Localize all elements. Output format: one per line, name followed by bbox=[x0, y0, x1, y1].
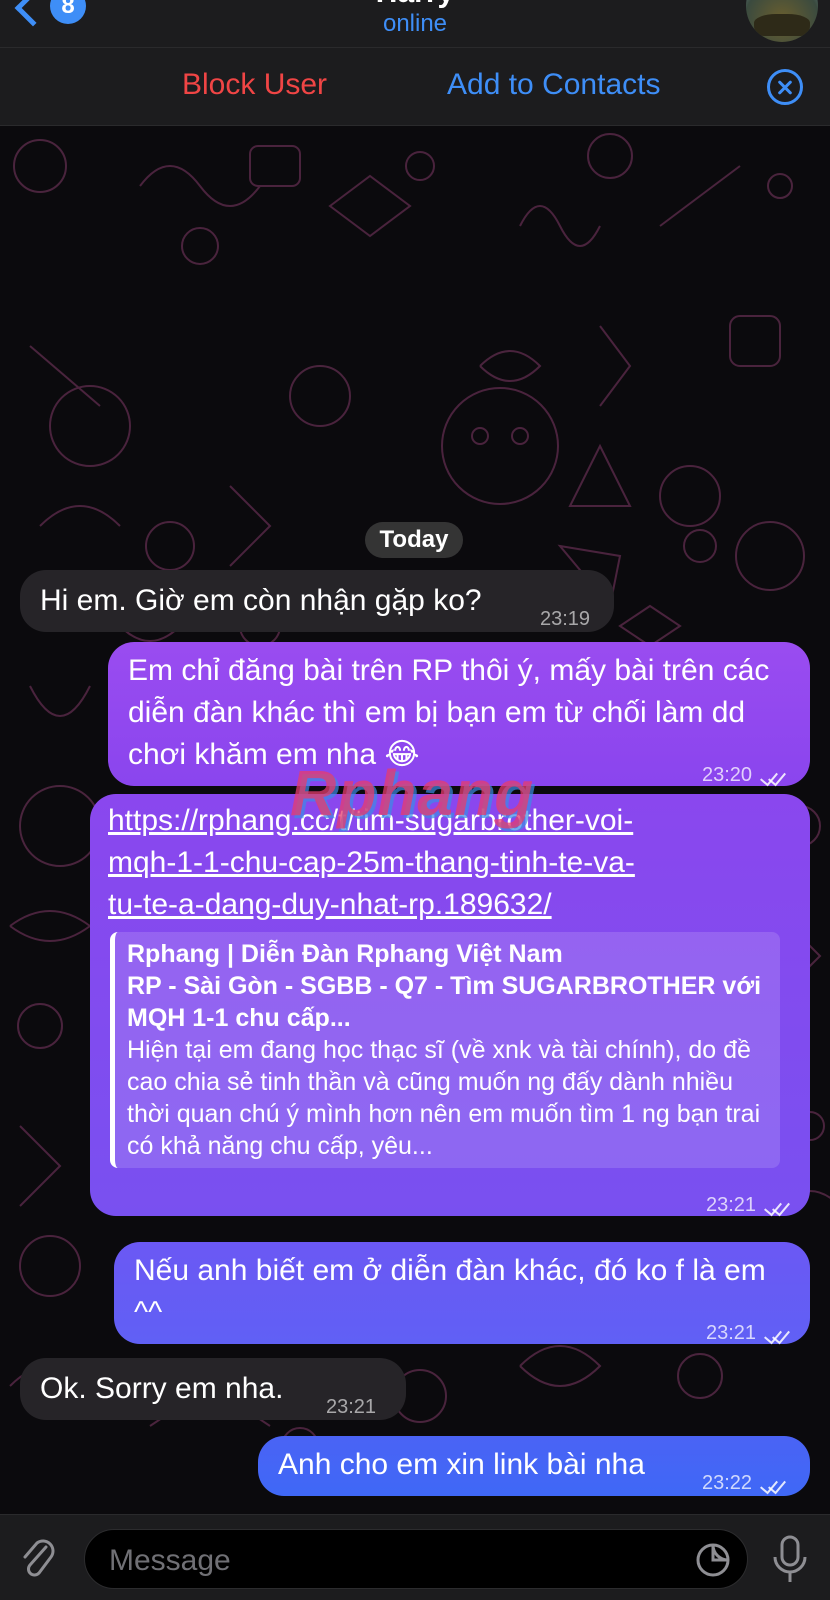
read-check-icon bbox=[758, 1477, 786, 1491]
message-text: Anh cho em xin link bài nha bbox=[278, 1448, 645, 1481]
watermark-logo: Rphang bbox=[290, 757, 535, 829]
message-text: Hi em. Giờ em còn nhận gặp ko? bbox=[40, 584, 482, 617]
message-input[interactable]: Message bbox=[84, 1529, 748, 1589]
add-to-contacts-button[interactable]: Add to Contacts bbox=[447, 68, 660, 102]
chat-header: 8 Harry online bbox=[0, 0, 830, 48]
message-bubble-outgoing[interactable]: Nếu anh biết em ở diễn đàn khác, đó ko f… bbox=[114, 1242, 810, 1344]
contact-name[interactable]: Harry bbox=[0, 0, 830, 10]
chat-area[interactable]: Today Hi em. Giờ em còn nhận gặp ko? 23:… bbox=[0, 126, 830, 1514]
paperclip-icon[interactable] bbox=[20, 1537, 56, 1581]
contact-action-bar: Block User Add to Contacts bbox=[0, 48, 830, 126]
block-user-button[interactable]: Block User bbox=[182, 68, 327, 102]
message-text: Ok. Sorry em nha. bbox=[40, 1372, 284, 1405]
message-bubble-outgoing-link[interactable]: https://rphang.cc/t/tim-sugarbrother-voi… bbox=[90, 794, 810, 1216]
message-link-line: tu-te-a-dang-duy-nhat-rp.189632/ bbox=[108, 888, 552, 921]
message-bubble-incoming[interactable]: Hi em. Giờ em còn nhận gặp ko? 23:19 bbox=[20, 570, 614, 632]
link-preview-description: Hiện tại em đang học thạc sĩ (về xnk và … bbox=[127, 1036, 761, 1160]
read-check-icon bbox=[762, 1199, 790, 1213]
message-time-text: 23:21 bbox=[706, 1194, 757, 1216]
message-time-text: 23:21 bbox=[706, 1322, 757, 1344]
contact-status: online bbox=[382, 10, 448, 37]
date-separator: Today bbox=[365, 522, 463, 558]
message-input-placeholder: Message bbox=[109, 1544, 231, 1577]
message-link-line: mqh-1-1-chu-cap-25m-thang-tinh-te-va- bbox=[108, 846, 635, 879]
message-time: 23:21 bbox=[326, 1396, 377, 1418]
link-preview-card[interactable]: Rphang | Diễn Đàn Rphang Việt Nam RP - S… bbox=[110, 932, 780, 1168]
message-time: 23:21 bbox=[706, 1312, 790, 1354]
microphone-icon[interactable] bbox=[770, 1535, 810, 1585]
read-check-icon bbox=[762, 1327, 790, 1341]
message-bubble-incoming[interactable]: Ok. Sorry em nha. 23:21 bbox=[20, 1358, 406, 1420]
message-time-text: 23:20 bbox=[702, 764, 753, 786]
message-time: 23:20 bbox=[702, 754, 786, 796]
close-icon[interactable] bbox=[767, 69, 803, 105]
message-time-text: 23:22 bbox=[702, 1472, 753, 1494]
read-check-icon bbox=[758, 769, 786, 783]
message-text: Nếu anh biết em ở diễn đàn khác, đó ko f… bbox=[134, 1254, 766, 1329]
message-time: 23:19 bbox=[540, 608, 591, 630]
message-time: 23:22 bbox=[702, 1462, 786, 1504]
message-time: 23:21 bbox=[706, 1184, 790, 1226]
message-bubble-outgoing[interactable]: Anh cho em xin link bài nha 23:22 bbox=[258, 1436, 810, 1496]
link-preview-site: Rphang | Diễn Đàn Rphang Việt Nam bbox=[127, 940, 563, 968]
sticker-icon[interactable] bbox=[695, 1542, 731, 1578]
link-preview-title: RP - Sài Gòn - SGBB - Q7 - Tìm SUGARBROT… bbox=[127, 972, 762, 1032]
message-input-bar: Message bbox=[0, 1514, 830, 1600]
